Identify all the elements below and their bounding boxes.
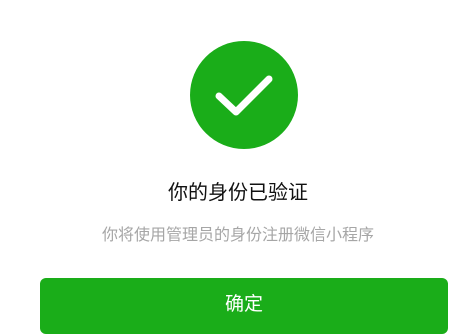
page-title: 你的身份已验证 [168,180,308,204]
success-badge [190,41,298,149]
check-icon [215,75,273,116]
confirm-button[interactable]: 确定 [40,278,448,334]
page-subtitle: 你将使用管理员的身份注册微信小程序 [101,225,374,244]
